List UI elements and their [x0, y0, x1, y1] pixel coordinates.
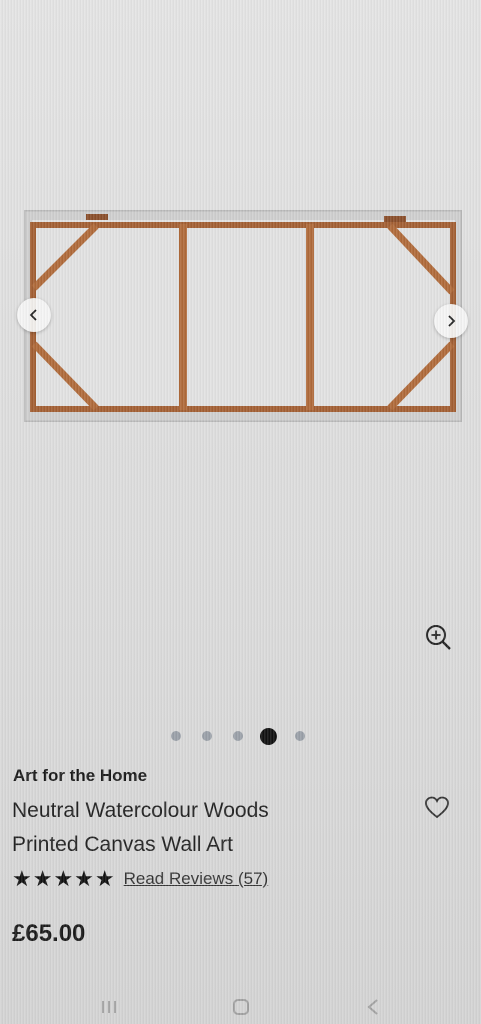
heart-icon[interactable] [424, 795, 450, 821]
product-title-line-1: Neutral Watercolour Woods [12, 799, 269, 822]
carousel-dot[interactable] [201, 731, 212, 741]
zoom-in-icon[interactable] [423, 622, 455, 654]
product-title: Neutral Watercolour Woods Printed Canvas… [12, 794, 342, 862]
carousel-dot[interactable] [170, 731, 181, 741]
image-gallery[interactable] [0, 0, 481, 720]
product-image[interactable] [24, 210, 462, 422]
rating-row: ★★★★★ Read Reviews (57) [12, 866, 268, 892]
back-icon [366, 999, 378, 1015]
previous-image-button[interactable] [17, 298, 51, 332]
recent-apps-icon [101, 1001, 116, 1013]
product-title-line-2: Printed Canvas Wall Art [12, 833, 233, 856]
home-icon [232, 999, 249, 1015]
read-reviews-link[interactable]: Read Reviews (57) [124, 869, 269, 889]
home-button[interactable] [230, 996, 252, 1018]
brand-name[interactable]: Art for the Home [13, 766, 147, 786]
price: £65.00 [12, 920, 86, 947]
carousel-dot[interactable] [294, 731, 305, 741]
chevron-left-icon [29, 309, 37, 321]
star-rating: ★★★★★ [12, 866, 116, 891]
system-navigation-bar [0, 990, 481, 1024]
chevron-right-icon [448, 315, 456, 327]
product-page: Art for the Home Neutral Watercolour Woo… [0, 0, 481, 1024]
carousel-dots [160, 725, 320, 747]
recent-apps-button[interactable] [98, 996, 120, 1018]
carousel-dot[interactable] [232, 731, 243, 741]
next-image-button[interactable] [434, 304, 468, 338]
back-button[interactable] [362, 996, 384, 1018]
carousel-dot-active[interactable] [260, 727, 277, 745]
